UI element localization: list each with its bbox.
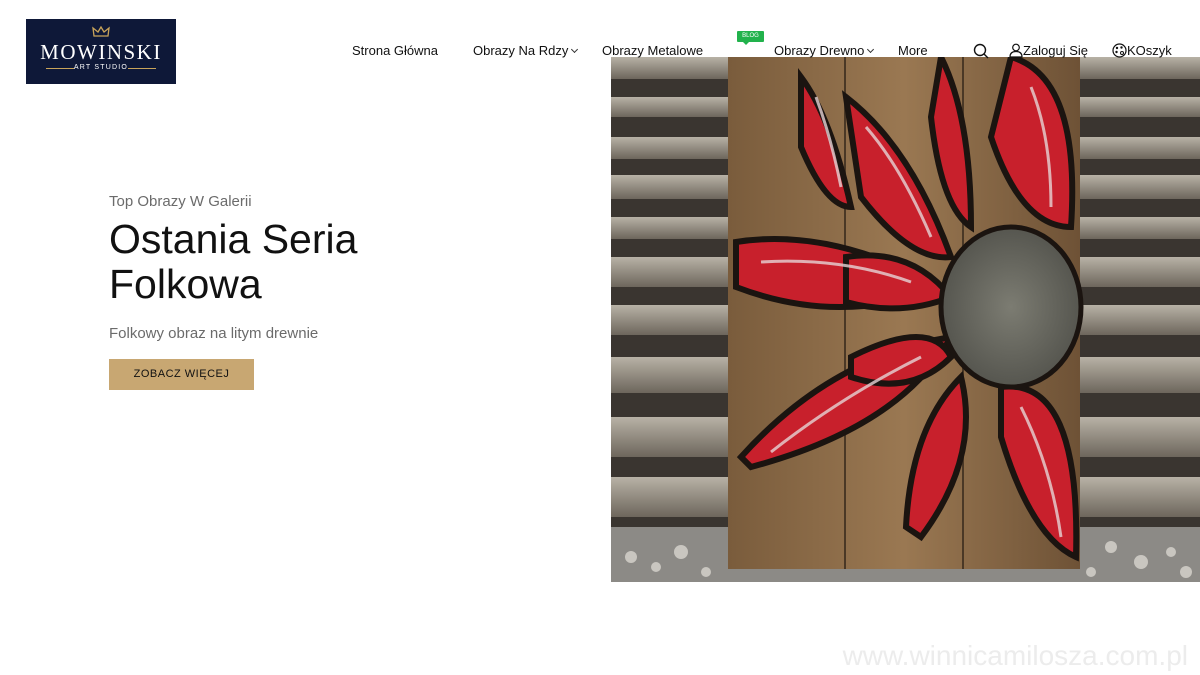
nav-item-wood-paintings[interactable]: Obrazy Drewno	[774, 43, 875, 58]
nav-item-rust-paintings[interactable]: Obrazy Na Rdzy	[473, 43, 579, 58]
hero-title-line1: Ostania Seria	[109, 216, 358, 262]
nav-item-metal-paintings[interactable]: Obrazy Metalowe	[602, 43, 703, 58]
hero-subtitle: Folkowy obraz na litym drewnie	[109, 325, 319, 342]
blog-badge[interactable]: BLOG	[737, 31, 764, 45]
search-icon	[973, 43, 989, 59]
chevron-down-icon	[867, 45, 875, 54]
watermark: www.winnicamilosza.com.pl	[842, 640, 1188, 671]
nav-item-label: Strona Główna	[352, 43, 438, 58]
login-button[interactable]: Zaloguj Się	[1009, 43, 1088, 58]
nav-item-label: Obrazy Metalowe	[602, 43, 704, 58]
crown-icon	[92, 26, 110, 37]
nav-item-label: Obrazy Na Rdzy	[473, 43, 569, 58]
chevron-down-icon	[571, 45, 579, 54]
hero-title: Ostania Seria Folkowa	[109, 217, 529, 307]
hero-title-line2: Folkowa	[109, 261, 262, 307]
see-more-button[interactable]: ZOBACZ WIĘCEJ	[109, 359, 254, 390]
palette-icon	[1112, 43, 1127, 58]
logo-rule-right	[128, 68, 156, 69]
nav-item-home[interactable]: Strona Główna	[352, 43, 438, 58]
hero-image	[611, 57, 1200, 582]
nav-item-label: More	[898, 43, 928, 58]
cart-label: KOszyk	[1127, 43, 1172, 58]
hero-eyebrow: Top Obrazy W Galerii	[109, 193, 252, 210]
cart-button[interactable]: KOszyk	[1112, 43, 1172, 58]
search-button[interactable]	[973, 43, 989, 59]
login-label: Zaloguj Się	[1023, 43, 1089, 58]
nav-item-label: Obrazy Drewno	[774, 43, 865, 58]
nav-item-more[interactable]: More	[898, 43, 928, 58]
user-icon	[1009, 43, 1023, 58]
